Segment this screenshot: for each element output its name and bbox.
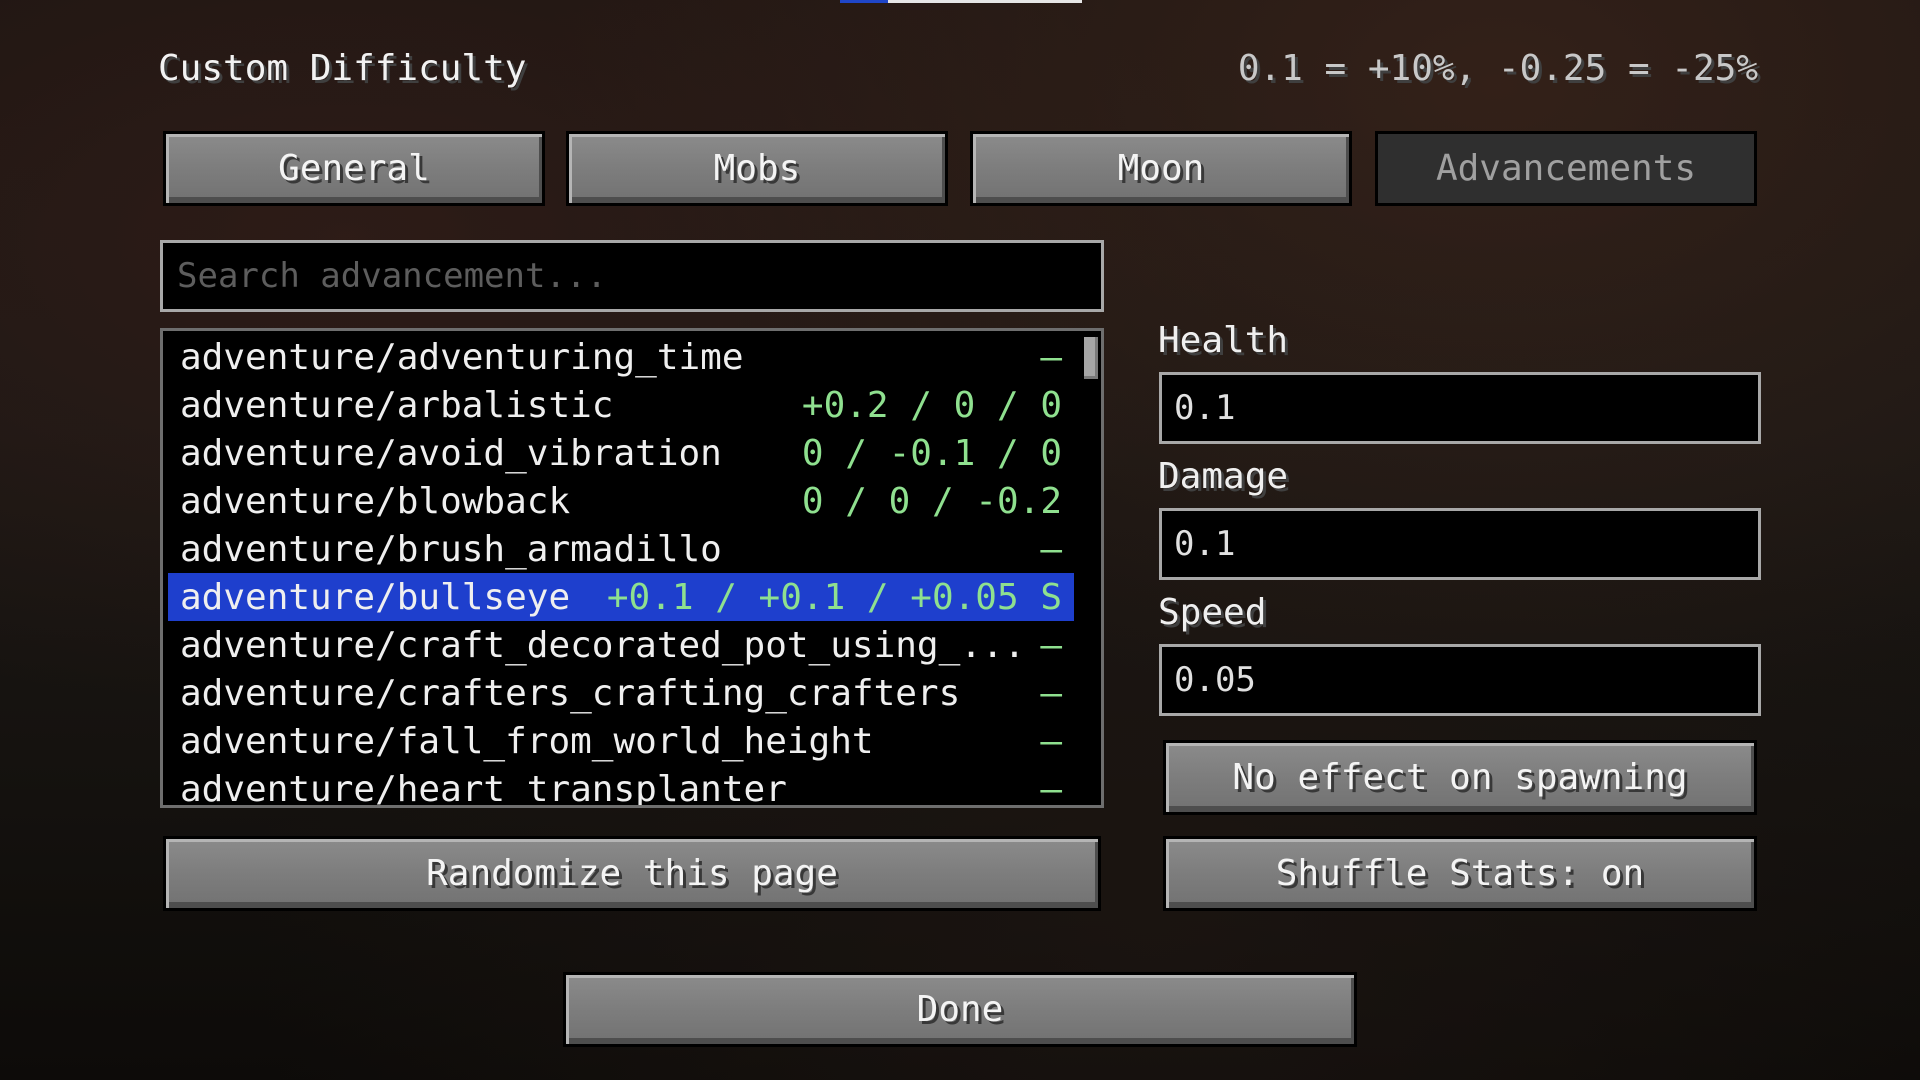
advancement-row[interactable]: adventure/craft_decorated_pot_using_... — [168,621,1074,669]
speed-field[interactable] [1159,644,1761,716]
health-field[interactable] [1159,372,1761,444]
tab-mobs[interactable]: Mobs [566,131,948,206]
advancement-row[interactable]: adventure/adventuring_time — [168,333,1074,381]
shuffle-stats-button[interactable]: Shuffle Stats: on [1163,836,1757,911]
advancement-list[interactable]: adventure/adventuring_time — adventure/arb… [160,328,1104,808]
accent-white-segment [888,0,1082,3]
accent-blue-segment [840,0,888,3]
advancement-row[interactable]: adventure/avoid_vibration 0 / -0.1 / 0 [168,429,1074,477]
speed-label: Speed [1158,592,1267,633]
advancement-row[interactable]: adventure/blowback 0 / 0 / -0.2 [168,477,1074,525]
advancement-modifier: — [1040,672,1062,714]
advancement-name: adventure/avoid_vibration [180,432,722,474]
advancement-name: adventure/heart_transplanter [180,768,787,808]
scrollbar-track[interactable] [1084,334,1098,802]
advancement-modifier: — [1040,624,1062,666]
search-box[interactable] [160,240,1104,312]
advancement-modifier: +0.1 / +0.1 / +0.05 S [606,576,1062,618]
health-input[interactable] [1162,375,1758,441]
advancement-name: adventure/fall_from_world_height [180,720,874,762]
advancement-modifier: — [1040,528,1062,570]
search-input[interactable] [163,243,1101,309]
randomize-page-button[interactable]: Randomize this page [163,836,1101,911]
damage-label: Damage [1158,456,1289,497]
advancement-row[interactable]: adventure/fall_from_world_height — [168,717,1074,765]
tab-advancements[interactable]: Advancements [1375,131,1757,206]
advancement-name: adventure/blowback [180,480,571,522]
done-button[interactable]: Done [563,972,1357,1047]
advancement-row[interactable]: adventure/bullseye +0.1 / +0.1 / +0.05 S [168,573,1074,621]
scrollbar-thumb[interactable] [1084,337,1098,379]
health-label: Health [1158,320,1289,361]
advancement-name: adventure/bullseye [180,576,571,618]
tab-general[interactable]: General [163,131,545,206]
advancement-modifier: — [1040,720,1062,762]
advancement-modifier: 0 / -0.1 / 0 [801,432,1062,474]
advancement-modifier: — [1040,336,1062,378]
advancement-modifier: — [1040,768,1062,808]
tab-moon[interactable]: Moon [970,131,1352,206]
damage-input[interactable] [1162,511,1758,577]
advancement-name: adventure/adventuring_time [180,336,744,378]
top-accent-bar [840,0,1082,3]
advancement-row[interactable]: adventure/brush_armadillo — [168,525,1074,573]
screen-title: Custom Difficulty [158,48,527,89]
advancement-name: adventure/craft_decorated_pot_using_... [180,624,1026,666]
spawning-effect-button[interactable]: No effect on spawning [1163,740,1757,815]
advancement-row[interactable]: adventure/arbalistic +0.2 / 0 / 0 [168,381,1074,429]
advancement-name: adventure/brush_armadillo [180,528,722,570]
advancement-name: adventure/crafters_crafting_crafters [180,672,961,714]
damage-field[interactable] [1159,508,1761,580]
scale-hint-text: 0.1 = +10%, -0.25 = -25% [1237,48,1758,89]
advancement-modifier: +0.2 / 0 / 0 [801,384,1062,426]
advancement-row[interactable]: adventure/heart_transplanter — [168,765,1074,808]
speed-input[interactable] [1162,647,1758,713]
advancement-name: adventure/arbalistic [180,384,614,426]
advancement-row[interactable]: adventure/crafters_crafting_crafters — [168,669,1074,717]
advancement-modifier: 0 / 0 / -0.2 [801,480,1062,522]
